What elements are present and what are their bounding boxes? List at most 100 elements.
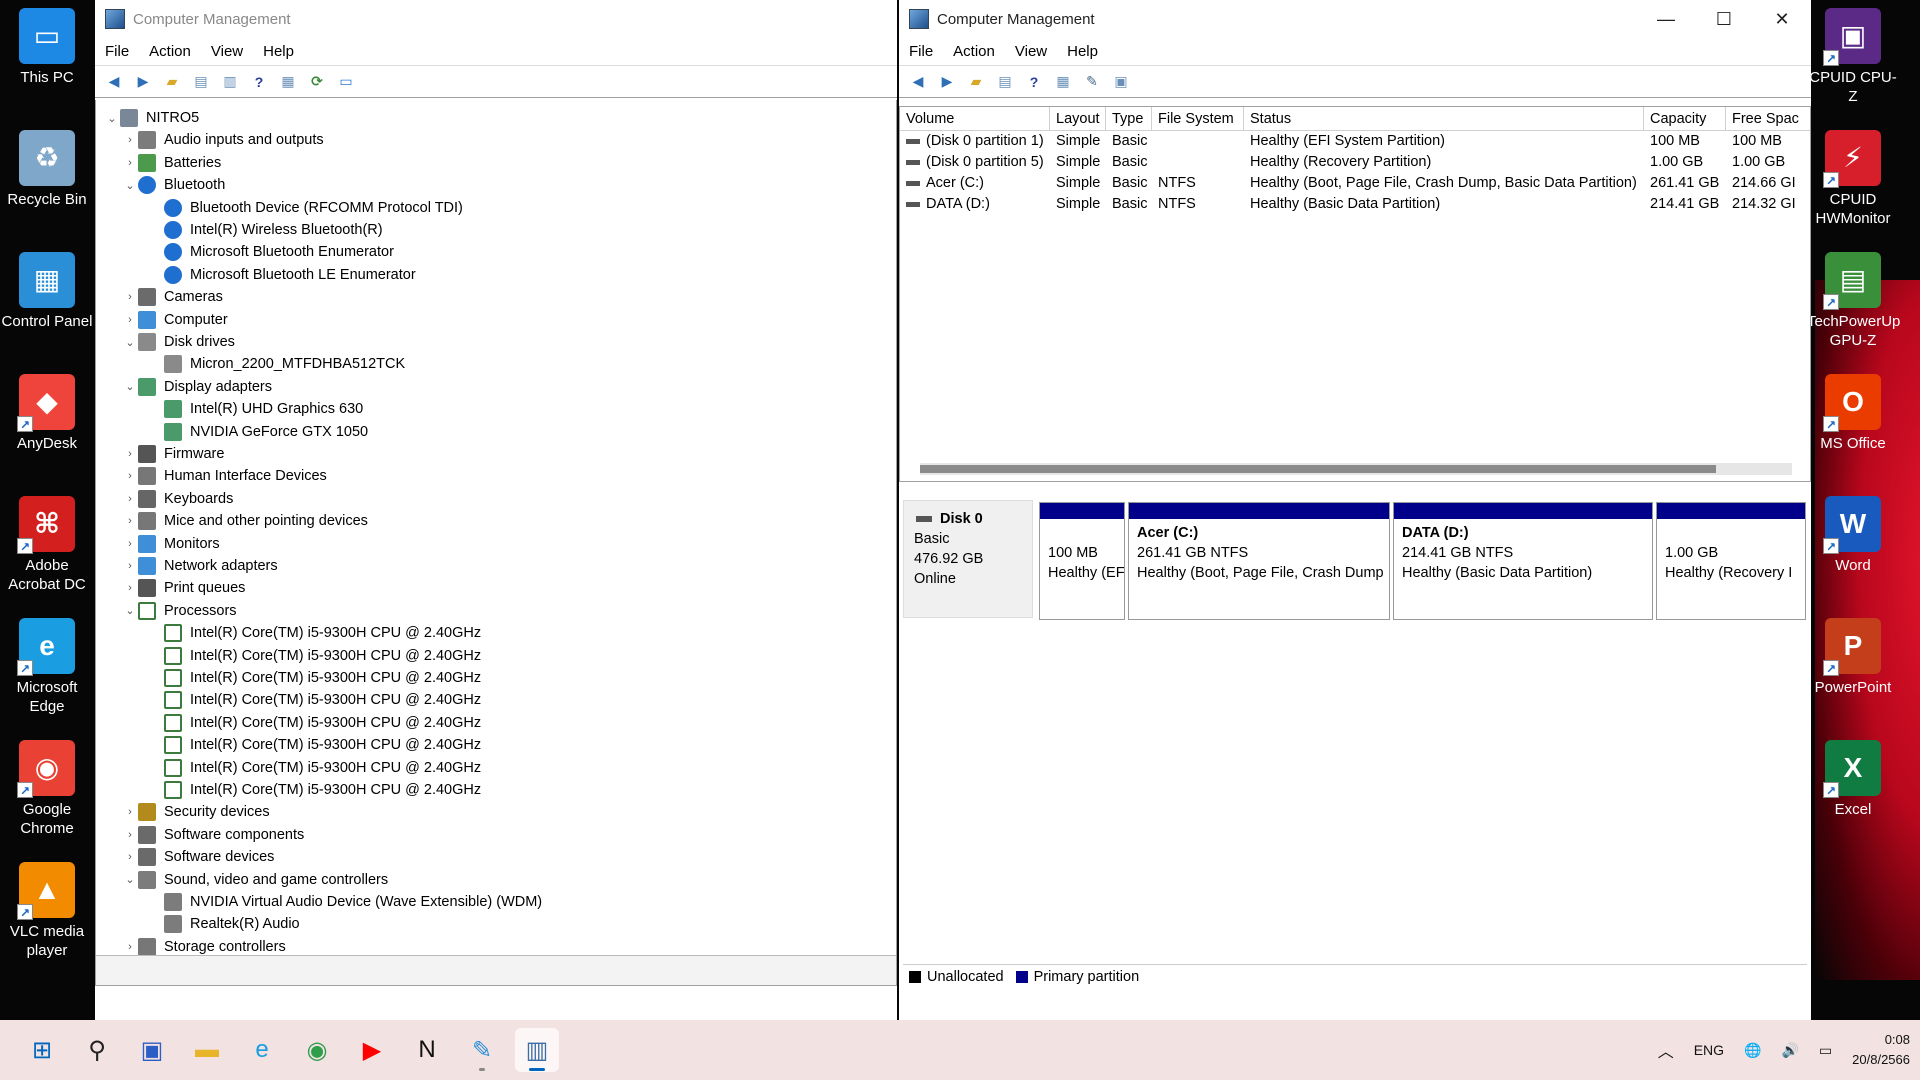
show-hide-tree-icon[interactable]: ▤ [190, 71, 212, 93]
tree-node[interactable]: › Network adapters [122, 555, 278, 577]
column-header[interactable]: Status [1244, 107, 1644, 130]
menu-item[interactable]: View [211, 43, 243, 60]
desktop-icon[interactable]: ▦ Control Panel [1, 252, 93, 331]
horizontal-scrollbar[interactable] [920, 463, 1792, 475]
tree-node[interactable]: ⌄ Bluetooth [122, 174, 225, 196]
tree-node[interactable]: › Keyboards [122, 488, 233, 510]
search-icon[interactable]: ⚲ [75, 1028, 119, 1072]
desktop-icon[interactable]: ▲ ↗ VLC media player [1, 862, 93, 960]
minimize-button[interactable]: — [1637, 0, 1695, 38]
chevron-right-icon[interactable]: › [122, 134, 138, 146]
menu-item[interactable]: File [909, 43, 933, 60]
tree-node[interactable]: › Firmware [122, 443, 224, 465]
computer-management-icon[interactable]: ▥ [515, 1028, 559, 1072]
chevron-right-icon[interactable]: › [122, 941, 138, 953]
tree-node[interactable]: Microsoft Bluetooth LE Enumerator [148, 264, 416, 286]
desktop-icon[interactable]: ⚡ ↗ CPUID HWMonitor [1807, 130, 1899, 228]
chevron-down-icon[interactable]: ⌄ [104, 112, 120, 125]
tree-node[interactable]: › Monitors [122, 533, 220, 555]
tree-node[interactable]: Realtek(R) Audio [148, 913, 300, 935]
chevron-up-icon[interactable]: ︿ [1658, 1038, 1674, 1062]
tree-node[interactable]: Intel(R) Core(TM) i5-9300H CPU @ 2.40GHz [148, 667, 481, 689]
monitor-device-icon[interactable]: ▭ [335, 71, 357, 93]
tree-node[interactable]: › Software components [122, 824, 304, 846]
volume-row[interactable]: (Disk 0 partition 1) Simple Basic Healthy (… [900, 131, 1810, 152]
chevron-down-icon[interactable]: ⌄ [122, 380, 138, 393]
scrollbar-thumb[interactable] [920, 465, 1716, 473]
network-icon[interactable]: 🌐 [1744, 1042, 1761, 1059]
tree-node[interactable]: Micron_2200_MTFDHBA512TCK [148, 353, 405, 375]
tree-node[interactable]: › Batteries [122, 152, 221, 174]
chevron-right-icon[interactable]: › [122, 582, 138, 594]
desktop-icon[interactable]: ▭ This PC [1, 8, 93, 87]
tree-node[interactable]: › Mice and other pointing devices [122, 510, 368, 532]
start-icon[interactable]: ⊞ [20, 1028, 64, 1072]
left-title-bar[interactable]: Computer Management [95, 0, 897, 38]
chevron-down-icon[interactable]: ⌄ [122, 604, 138, 617]
tree-node[interactable]: ⌄ Display adapters [122, 376, 272, 398]
key-icon[interactable]: ✎ [1081, 71, 1103, 93]
partition-block[interactable]: 1.00 GB Healthy (Recovery I [1656, 502, 1806, 620]
forward-icon[interactable]: ▶ [132, 71, 154, 93]
store-icon[interactable]: ▣ [130, 1028, 174, 1072]
desktop-icon[interactable]: ⌘ ↗ Adobe Acrobat DC [1, 496, 93, 594]
properties-icon[interactable]: ▥ [219, 71, 241, 93]
chevron-right-icon[interactable]: › [122, 515, 138, 527]
tree-node[interactable]: › Computer [122, 309, 228, 331]
file-explorer-icon[interactable]: ▬ [185, 1028, 229, 1072]
tree-node[interactable]: Intel(R) Core(TM) i5-9300H CPU @ 2.40GHz [148, 757, 481, 779]
tree-node[interactable]: Microsoft Bluetooth Enumerator [148, 241, 394, 263]
desktop-icon[interactable]: ▣ ↗ CPUID CPU-Z [1807, 8, 1899, 106]
menu-item[interactable]: File [105, 43, 129, 60]
chrome-icon[interactable]: ◉ [295, 1028, 339, 1072]
scan-hardware-icon[interactable]: ⟳ [306, 71, 328, 93]
language-indicator[interactable]: ENG [1694, 1042, 1724, 1058]
chevron-right-icon[interactable]: › [122, 806, 138, 818]
menu-item[interactable]: Action [953, 43, 995, 60]
maximize-button[interactable]: ☐ [1695, 0, 1753, 38]
column-header[interactable]: Volume [900, 107, 1050, 130]
menu-item[interactable]: Help [263, 43, 294, 60]
volume-row[interactable]: DATA (D:) Simple Basic NTFS Healthy (Basic D… [900, 194, 1810, 215]
settings-list-icon[interactable]: ▣ [1110, 71, 1132, 93]
tree-node[interactable]: Intel(R) Core(TM) i5-9300H CPU @ 2.40GHz [148, 779, 481, 801]
tree-node[interactable]: ⌄ Sound, video and game controllers [122, 869, 388, 891]
chevron-right-icon[interactable]: › [122, 493, 138, 505]
desktop-icon[interactable]: ◉ ↗ Google Chrome [1, 740, 93, 838]
details-icon[interactable]: ▦ [1052, 71, 1074, 93]
tree-node[interactable]: Intel(R) Wireless Bluetooth(R) [148, 219, 383, 241]
tree-node[interactable]: › Security devices [122, 801, 270, 823]
menu-item[interactable]: Action [149, 43, 191, 60]
paint-icon[interactable]: ✎ [460, 1028, 504, 1072]
chevron-right-icon[interactable]: › [122, 560, 138, 572]
tree-node[interactable]: Intel(R) Core(TM) i5-9300H CPU @ 2.40GHz [148, 689, 481, 711]
tree-node[interactable]: Intel(R) Core(TM) i5-9300H CPU @ 2.40GHz [148, 734, 481, 756]
desktop-icon[interactable]: ▤ ↗ TechPowerUp GPU-Z [1807, 252, 1900, 350]
chevron-right-icon[interactable]: › [122, 851, 138, 863]
partition-block[interactable]: 100 MB Healthy (EFI [1039, 502, 1125, 620]
chevron-down-icon[interactable]: ⌄ [122, 336, 138, 349]
disk-0-label[interactable]: Disk 0 Basic 476.92 GB Online [903, 500, 1033, 618]
column-header[interactable]: Layout [1050, 107, 1106, 130]
up-folder-icon[interactable]: ▰ [161, 71, 183, 93]
help-icon[interactable]: ? [1023, 71, 1045, 93]
desktop-icon[interactable]: X ↗ Excel [1807, 740, 1899, 819]
tree-node[interactable]: ⌄ NITRO5 [104, 107, 199, 129]
back-icon[interactable]: ◀ [103, 71, 125, 93]
partition-block[interactable]: DATA (D:) 214.41 GB NTFS Healthy (Basic Da… [1393, 502, 1653, 620]
tree-node[interactable]: › Software devices [122, 846, 274, 868]
back-icon[interactable]: ◀ [907, 71, 929, 93]
column-header[interactable]: Type [1106, 107, 1152, 130]
tree-node[interactable]: › Human Interface Devices [122, 465, 327, 487]
tree-node[interactable]: Intel(R) UHD Graphics 630 [148, 398, 363, 420]
tree-node[interactable]: ⌄ Disk drives [122, 331, 235, 353]
chevron-right-icon[interactable]: › [122, 470, 138, 482]
menu-item[interactable]: Help [1067, 43, 1098, 60]
column-header[interactable]: Free Spac [1726, 107, 1806, 130]
column-header[interactable]: Capacity [1644, 107, 1726, 130]
tree-node[interactable]: Intel(R) Core(TM) i5-9300H CPU @ 2.40GHz [148, 622, 481, 644]
tree-node[interactable]: Intel(R) Core(TM) i5-9300H CPU @ 2.40GHz [148, 712, 481, 734]
chevron-down-icon[interactable]: ⌄ [122, 179, 138, 192]
chevron-right-icon[interactable]: › [122, 538, 138, 550]
volume-row[interactable]: (Disk 0 partition 5) Simple Basic Healthy (… [900, 152, 1810, 173]
